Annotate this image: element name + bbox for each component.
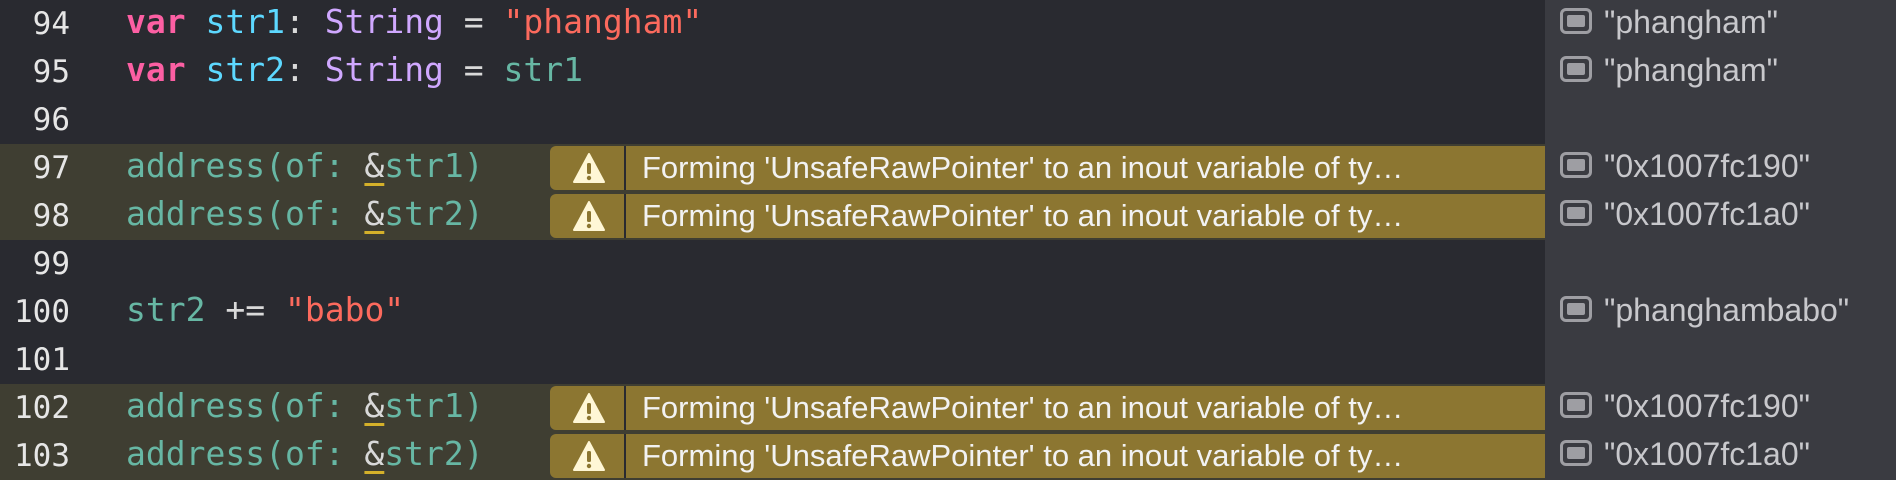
- identifier: str2: [384, 194, 464, 233]
- inout-ampersand: &: [364, 386, 385, 425]
- append-operator: +=: [205, 290, 285, 329]
- string-literal: "babo": [284, 290, 405, 329]
- result-value: "phangham": [1604, 52, 1778, 88]
- close-paren: ): [463, 146, 484, 185]
- code-line-103[interactable]: 103 address(of: &str2) Forming 'UnsafeRa…: [0, 432, 1545, 480]
- function-call: address(of:: [126, 146, 365, 185]
- quick-look-icon[interactable]: [1560, 392, 1592, 418]
- warning-message: Forming 'UnsafeRawPointer' to an inout v…: [642, 198, 1404, 233]
- warning-badge[interactable]: Forming 'UnsafeRawPointer' to an inout v…: [550, 146, 1545, 190]
- line-number: 97: [32, 150, 70, 186]
- line-number: 102: [14, 390, 70, 426]
- code-line-95[interactable]: 95 var str2: String = str1: [0, 48, 1545, 96]
- line-number: 96: [32, 102, 70, 138]
- warning-message: Forming 'UnsafeRawPointer' to an inout v…: [642, 438, 1404, 473]
- code-line-102[interactable]: 102 address(of: &str1) Forming 'UnsafeRa…: [0, 384, 1545, 432]
- result-value: "phanghambabo": [1604, 292, 1850, 328]
- line-number: 100: [14, 294, 70, 330]
- keyword: var: [126, 2, 186, 41]
- quick-look-icon[interactable]: [1560, 200, 1592, 226]
- line-number: 98: [32, 198, 70, 234]
- result-value: "0x1007fc1a0": [1604, 436, 1810, 472]
- colon: :: [284, 2, 325, 41]
- line-number: 99: [32, 246, 70, 282]
- function-call: address(of:: [126, 194, 365, 233]
- result-value: "0x1007fc1a0": [1604, 196, 1810, 232]
- result-value: "0x1007fc190": [1604, 388, 1810, 424]
- identifier: str2: [126, 290, 206, 329]
- colon: :: [284, 50, 325, 89]
- identifier: str1: [384, 386, 464, 425]
- code-text: var str1: String = "phangham": [126, 0, 702, 44]
- code-text: var str2: String = str1: [126, 48, 583, 92]
- close-paren: ): [463, 434, 484, 473]
- variable-name: str2: [205, 50, 285, 89]
- quick-look-icon[interactable]: [1560, 440, 1592, 466]
- variable-name: str1: [205, 2, 285, 41]
- warning-icon-box[interactable]: [550, 434, 626, 478]
- code-editor[interactable]: 94 var str1: String = "phangham" 95 var …: [0, 0, 1896, 480]
- function-call: address(of:: [126, 386, 365, 425]
- identifier: str2: [384, 434, 464, 473]
- code-line-101[interactable]: 101: [0, 336, 1545, 384]
- keyword: var: [126, 50, 186, 89]
- warning-badge[interactable]: Forming 'UnsafeRawPointer' to an inout v…: [550, 194, 1545, 238]
- warning-triangle-icon: [573, 201, 605, 231]
- line-number: 103: [14, 438, 70, 474]
- result-value: "phangham": [1604, 4, 1778, 40]
- warning-icon-box[interactable]: [550, 146, 626, 190]
- code-text: address(of: &str2): [126, 432, 484, 476]
- code-text: str2 += "babo": [126, 288, 404, 332]
- code-text: address(of: &str1): [126, 144, 484, 188]
- line-number: 101: [14, 342, 70, 378]
- close-paren: ): [463, 194, 484, 233]
- inout-ampersand: &: [364, 194, 385, 233]
- line-number: 95: [32, 54, 70, 90]
- result-value: "0x1007fc190": [1604, 148, 1810, 184]
- quick-look-icon[interactable]: [1560, 152, 1592, 178]
- code-line-98[interactable]: 98 address(of: &str2) Forming 'UnsafeRaw…: [0, 192, 1545, 240]
- warning-triangle-icon: [573, 441, 605, 471]
- code-line-96[interactable]: 96: [0, 96, 1545, 144]
- type-name: String: [324, 2, 444, 41]
- code-text: address(of: &str1): [126, 384, 484, 428]
- warning-badge[interactable]: Forming 'UnsafeRawPointer' to an inout v…: [550, 386, 1545, 430]
- code-line-94[interactable]: 94 var str1: String = "phangham": [0, 0, 1545, 48]
- warning-triangle-icon: [573, 153, 605, 183]
- type-name: String: [324, 50, 444, 89]
- quick-look-icon[interactable]: [1560, 56, 1592, 82]
- quick-look-icon[interactable]: [1560, 296, 1592, 322]
- warning-message: Forming 'UnsafeRawPointer' to an inout v…: [642, 150, 1404, 185]
- inout-ampersand: &: [364, 434, 385, 473]
- warning-badge[interactable]: Forming 'UnsafeRawPointer' to an inout v…: [550, 434, 1545, 478]
- line-number: 94: [32, 6, 70, 42]
- assign-operator: =: [443, 2, 504, 41]
- identifier: str1: [503, 50, 584, 89]
- string-literal: "phangham": [503, 2, 703, 41]
- warning-icon-box[interactable]: [550, 386, 626, 430]
- warning-triangle-icon: [573, 393, 605, 423]
- identifier: str1: [384, 146, 464, 185]
- warning-icon-box[interactable]: [550, 194, 626, 238]
- assign-operator: =: [443, 50, 504, 89]
- source-code-area[interactable]: 94 var str1: String = "phangham" 95 var …: [0, 0, 1545, 480]
- code-line-100[interactable]: 100 str2 += "babo": [0, 288, 1545, 336]
- code-line-99[interactable]: 99: [0, 240, 1545, 288]
- close-paren: ): [463, 386, 484, 425]
- inout-ampersand: &: [364, 146, 385, 185]
- warning-message: Forming 'UnsafeRawPointer' to an inout v…: [642, 390, 1404, 425]
- code-line-97[interactable]: 97 address(of: &str1) Forming 'UnsafeRaw…: [0, 144, 1545, 192]
- function-call: address(of:: [126, 434, 365, 473]
- quick-look-icon[interactable]: [1560, 8, 1592, 34]
- code-text: address(of: &str2): [126, 192, 484, 236]
